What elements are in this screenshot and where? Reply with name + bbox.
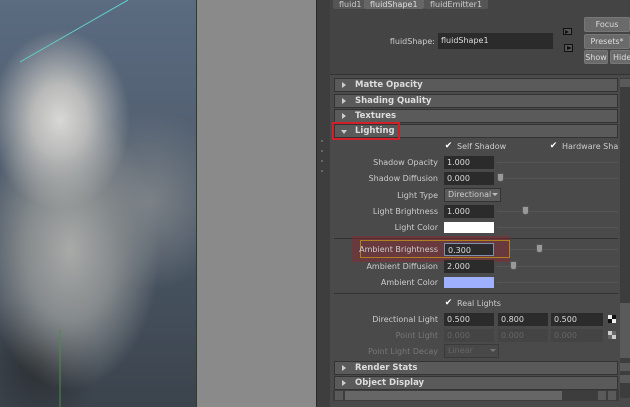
horizontal-scrollbar[interactable] [333, 390, 619, 401]
expand-arrow-icon [342, 380, 346, 386]
light-brightness-slider[interactable] [497, 211, 618, 212]
vertical-scrollbar[interactable] [620, 78, 630, 398]
tab-fluid1[interactable]: fluid1 [333, 0, 368, 9]
directional-light-label: Directional Light [372, 315, 438, 324]
point-light-decay-dropdown: Linear [444, 344, 499, 358]
light-brightness-input[interactable]: 1.000 [444, 205, 494, 218]
directional-light-x-input[interactable]: 0.500 [444, 313, 494, 326]
node-name-input[interactable]: fluidShape1 [438, 33, 553, 49]
chevron-down-icon [490, 349, 496, 352]
light-color-label: Light Color [394, 223, 438, 232]
shadow-diffusion-slider[interactable] [497, 178, 618, 179]
slider-handle[interactable] [536, 244, 543, 253]
map-button-icon[interactable] [608, 331, 616, 339]
scroll-up-arrow-icon[interactable] [620, 363, 630, 371]
expand-arrow-icon [342, 98, 346, 104]
light-color-swatch[interactable] [444, 222, 494, 233]
divider [334, 293, 618, 294]
scroll-right-arrow-icon[interactable] [608, 391, 616, 400]
shadow-opacity-slider[interactable] [497, 162, 618, 163]
scroll-left-arrow-icon[interactable] [598, 391, 606, 400]
ambient-color-label: Ambient Color [380, 278, 438, 287]
ambient-diffusion-label: Ambient Diffusion [366, 262, 438, 271]
point-light-x-input: 0.000 [444, 329, 494, 342]
directional-light-y-input[interactable]: 0.800 [498, 313, 548, 326]
self-shadow-checkbox[interactable]: ✔ [444, 142, 453, 151]
tab-fluidemitter1[interactable]: fluidEmitter1 [424, 0, 489, 9]
scroll-down-arrow-icon[interactable] [620, 375, 630, 383]
map-button-icon[interactable] [608, 315, 616, 323]
ambient-brightness-input[interactable]: 0.300 [444, 243, 494, 256]
light-type-dropdown[interactable]: Directional [444, 188, 501, 202]
horizontal-scroll-thumb[interactable] [345, 391, 562, 400]
real-lights-checkbox[interactable]: ✔ [444, 299, 453, 308]
vertical-scroll-thumb[interactable] [620, 303, 630, 358]
viewport-background-panel [196, 0, 316, 407]
input-connection-icon[interactable] [563, 28, 572, 35]
point-light-decay-label: Point Light Decay [367, 347, 438, 356]
hardware-shadow-label: Hardware Shadow [562, 142, 618, 151]
light-color-slider[interactable] [497, 227, 618, 228]
section-title: Textures [355, 111, 397, 121]
expand-arrow-icon [342, 365, 346, 371]
ambient-color-swatch[interactable] [444, 277, 494, 288]
ambient-diffusion-input[interactable]: 2.000 [444, 260, 494, 273]
focus-button[interactable]: Focus [584, 17, 630, 32]
self-shadow-label: Self Shadow [457, 142, 507, 151]
shadow-opacity-label: Shadow Opacity [373, 158, 438, 167]
scroll-up-arrow-icon[interactable] [620, 79, 630, 87]
section-shading-quality[interactable]: Shading Quality [334, 94, 618, 108]
hardware-shadow-checkbox[interactable]: ✔ [549, 142, 558, 151]
lighting-highlight-box [332, 122, 400, 140]
expand-arrow-icon [342, 113, 346, 119]
section-title: Matte Opacity [355, 80, 423, 90]
shadow-opacity-input[interactable]: 1.000 [444, 156, 494, 169]
section-title: Render Stats [355, 363, 418, 373]
point-light-label: Point Light [395, 331, 438, 340]
section-render-stats[interactable]: Render Stats [334, 361, 618, 375]
viewport-guides [19, 0, 129, 407]
expand-arrow-icon [342, 82, 346, 88]
point-light-z-input: 0.000 [551, 329, 603, 342]
slider-handle[interactable] [522, 206, 529, 215]
ambient-color-slider[interactable] [497, 282, 618, 283]
section-title: Object Display [355, 378, 425, 388]
light-type-label: Light Type [397, 191, 438, 200]
tab-fluidshape1[interactable]: fluidShape1 [364, 0, 424, 9]
3d-viewport[interactable] [0, 0, 196, 407]
output-connection-icon[interactable] [564, 44, 573, 52]
shadow-diffusion-input[interactable]: 0.000 [444, 172, 494, 185]
point-light-y-input: 0.000 [498, 329, 548, 342]
real-lights-label: Real Lights [457, 299, 501, 308]
chevron-down-icon [492, 193, 498, 196]
light-type-value: Directional [448, 190, 492, 199]
slider-handle[interactable] [510, 261, 517, 270]
decay-value: Linear [448, 346, 473, 355]
directional-light-z-input[interactable]: 0.500 [551, 313, 603, 326]
ambient-brightness-label: Ambient Brightness [359, 245, 438, 254]
show-button[interactable]: Show [584, 50, 608, 64]
shadow-diffusion-label: Shadow Diffusion [368, 174, 438, 183]
presets-button[interactable]: Presets* [584, 34, 630, 49]
light-brightness-label: Light Brightness [372, 207, 438, 216]
grid-axis-line [19, 0, 129, 63]
pane-splitter[interactable] [316, 0, 330, 407]
section-textures[interactable]: Textures [334, 109, 618, 123]
node-name-label: fluidShape: [389, 37, 435, 46]
slider-handle[interactable] [497, 173, 504, 182]
section-matte-opacity[interactable]: Matte Opacity [334, 78, 618, 92]
section-object-display[interactable]: Object Display [334, 376, 618, 390]
ambient-brightness-slider[interactable] [510, 249, 618, 250]
hide-button[interactable]: Hide [610, 50, 630, 64]
section-title: Shading Quality [355, 96, 432, 106]
scroll-left-arrow-icon[interactable] [335, 391, 343, 400]
